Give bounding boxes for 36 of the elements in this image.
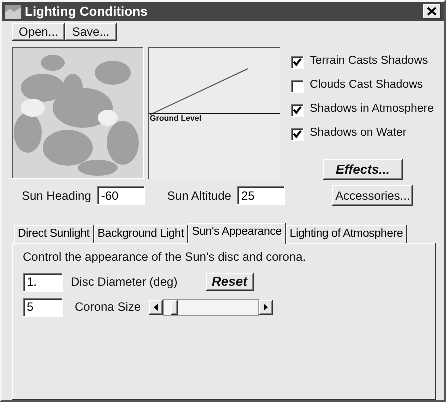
right-arrow-icon [264, 304, 268, 311]
toolbar-button[interactable]: Open... [12, 22, 66, 42]
reset-button[interactable]: Reset [206, 273, 254, 291]
close-icon [427, 6, 437, 16]
input-field[interactable]: -60 [97, 186, 146, 206]
scroll-right-button[interactable] [259, 300, 274, 315]
input-field[interactable]: 1. [23, 272, 63, 292]
toolbar-button[interactable]: Save... [65, 22, 117, 42]
scroll-left-button[interactable] [149, 300, 164, 315]
window-icon [5, 4, 21, 19]
effects-button[interactable]: Effects... [323, 159, 403, 180]
slider-thumb[interactable] [170, 300, 178, 315]
field-label: Sun Altitude [167, 188, 232, 204]
checkbox[interactable] [291, 128, 304, 141]
field-label: Disc Diameter (deg) [71, 274, 178, 290]
accessories-button[interactable]: Accessories... [332, 185, 414, 206]
checkbox[interactable] [291, 104, 304, 117]
tab[interactable]: Sun's Appearance [188, 222, 286, 244]
tab[interactable]: Lighting of Atmosphere [286, 224, 408, 244]
ground-level-label: Ground Level [150, 114, 202, 124]
checkbox-label: Clouds Cast Shadows [310, 79, 424, 94]
panel-description: Control the appearance of the Sun's disc and corona. [23, 250, 308, 265]
tab[interactable]: Background Light [94, 224, 188, 244]
window-title: Lighting Conditions [25, 4, 149, 20]
checkbox-label: Shadows on Water [310, 127, 407, 142]
tab[interactable]: Direct Sunlight [14, 224, 94, 244]
field-label: Sun Heading [22, 188, 92, 204]
close-button[interactable] [423, 4, 441, 19]
checkbox-label: Terrain Casts Shadows [310, 55, 428, 70]
input-field[interactable]: 5 [23, 298, 63, 317]
left-arrow-icon [154, 304, 158, 311]
checkbox-label: Shadows in Atmosphere [310, 103, 434, 118]
input-field[interactable]: 25 [237, 186, 286, 206]
checkbox[interactable] [291, 56, 304, 69]
field-label: Corona Size [75, 300, 142, 314]
checkbox[interactable] [291, 80, 304, 93]
